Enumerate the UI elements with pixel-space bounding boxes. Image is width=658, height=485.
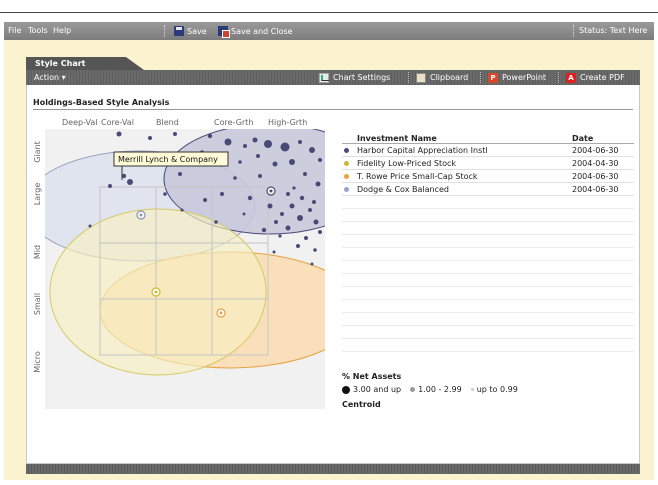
row-label-giant: Giant [33, 141, 42, 163]
empty-row [342, 235, 634, 248]
legend-items: 3.00 and up 1.00 - 2.99 up to 0.99 [342, 385, 518, 394]
section-divider [33, 109, 633, 110]
menu-separator [164, 25, 165, 37]
toolbar-separator [408, 72, 409, 83]
chart-settings-icon [319, 72, 329, 83]
series-dot [344, 161, 349, 166]
empty-row [342, 222, 634, 235]
row-label-large: Large [33, 183, 42, 206]
empty-row [342, 209, 634, 222]
menu-tools[interactable]: Tools [28, 26, 48, 35]
empty-row [342, 287, 634, 300]
list-item[interactable]: Harbor Capital Appreciation Instl 2004-0… [342, 144, 634, 157]
toolbar-separator [480, 72, 481, 83]
top-rule [0, 12, 658, 13]
powerpoint-icon: P [488, 72, 498, 83]
series-dot [344, 148, 349, 153]
clipboard-label: Clipboard [430, 73, 469, 82]
legend: % Net Assets 3.00 and up 1.00 - 2.99 up … [342, 372, 518, 409]
powerpoint-button[interactable]: P PowerPoint [488, 72, 546, 83]
column-header-date: Date [572, 134, 594, 143]
menu-bar: File Tools Help Save Save and Close Stat… [4, 22, 654, 40]
save-and-close-button[interactable]: Save and Close [218, 25, 293, 38]
status-text: Status: Text Here [579, 26, 648, 35]
save-label: Save [187, 26, 207, 36]
save-close-label: Save and Close [231, 26, 293, 36]
row-label-small: Small [33, 293, 42, 315]
empty-row [342, 300, 634, 313]
col-label-blend: Blend [156, 118, 179, 127]
chart-settings-button[interactable]: Chart Settings [319, 72, 390, 83]
clipboard-icon [416, 72, 426, 83]
pdf-icon: A [566, 72, 576, 83]
footer-bar [26, 464, 640, 474]
menu-help[interactable]: Help [53, 26, 71, 35]
series-dot [344, 174, 349, 179]
row-label-micro: Micro [33, 351, 42, 373]
investment-list: Investment Name Date Harbor Capital Appr… [342, 134, 634, 352]
tooltip-text: Merrill Lynch & Company [118, 155, 218, 164]
small-dot-icon [470, 388, 474, 391]
clipboard-button[interactable]: Clipboard [416, 72, 468, 83]
investment-name: T. Rowe Price Small-Cap Stock [357, 172, 478, 181]
investment-date: 2004-06-30 [572, 185, 619, 194]
investment-date: 2004-06-30 [572, 146, 619, 155]
empty-row [342, 261, 634, 274]
menu-separator [573, 25, 574, 37]
section-title: Holdings-Based Style Analysis [33, 98, 170, 107]
large-dot-icon [342, 385, 350, 394]
col-label-core-val: Core-Val [101, 118, 134, 127]
action-dropdown[interactable]: Action ▾ [34, 73, 66, 82]
create-pdf-button[interactable]: A Create PDF [566, 72, 625, 83]
empty-row [342, 313, 634, 326]
empty-row [342, 339, 634, 352]
column-header-name: Investment Name [357, 134, 437, 143]
legend-centroid: Centroid [342, 400, 381, 409]
empty-row [342, 248, 634, 261]
investment-name: Harbor Capital Appreciation Instl [357, 146, 488, 155]
legend-item-large: 3.00 and up [353, 385, 402, 394]
col-label-core-grth: Core-Grth [214, 118, 253, 127]
action-bar: Action ▾ Chart Settings Clipboard P Powe… [26, 70, 640, 85]
create-pdf-label: Create PDF [580, 73, 625, 82]
col-label-deep-val: Deep-Val [62, 118, 97, 127]
row-label-mid: Mid [33, 245, 42, 259]
powerpoint-label: PowerPoint [502, 73, 547, 82]
list-header: Investment Name Date [342, 134, 634, 144]
col-label-high-grth: High-Grth [268, 118, 307, 127]
legend-item-small: up to 0.99 [476, 385, 518, 394]
investment-date: 2004-04-30 [572, 159, 619, 168]
empty-row [342, 196, 634, 209]
toolbar-separator [558, 72, 559, 83]
investment-name: Dodge & Cox Balanced [357, 185, 449, 194]
save-icon [174, 26, 184, 36]
empty-row [342, 274, 634, 287]
tab-style-chart[interactable]: Style Chart [26, 57, 144, 70]
series-dot [344, 187, 349, 192]
menu-file[interactable]: File [8, 26, 21, 35]
list-item[interactable]: Fidelity Low-Priced Stock 2004-04-30 [342, 157, 634, 170]
empty-row [342, 326, 634, 339]
investment-name: Fidelity Low-Priced Stock [357, 159, 457, 168]
list-item[interactable]: Dodge & Cox Balanced 2004-06-30 [342, 183, 634, 196]
save-close-icon [218, 26, 230, 38]
list-item[interactable]: T. Rowe Price Small-Cap Stock 2004-06-30 [342, 170, 634, 183]
legend-title: % Net Assets [342, 372, 402, 381]
save-button[interactable]: Save [174, 25, 207, 37]
legend-item-medium: 1.00 - 2.99 [418, 385, 462, 394]
style-chart: Deep-Val Core-Val Blend Core-Grth High-G… [33, 118, 325, 409]
investment-date: 2004-06-30 [572, 172, 619, 181]
medium-dot-icon [410, 387, 416, 392]
chart-settings-label: Chart Settings [333, 73, 391, 82]
